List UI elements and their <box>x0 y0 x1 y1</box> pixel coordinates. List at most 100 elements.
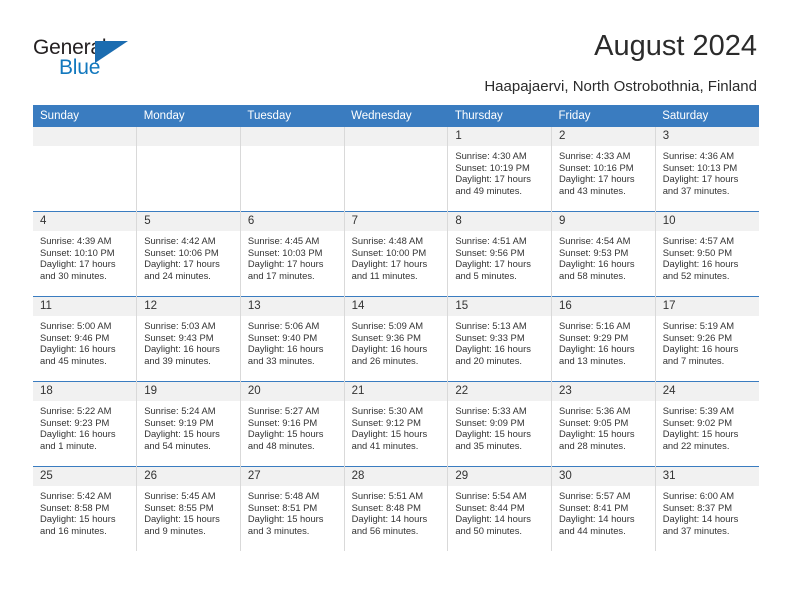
sunrise-time: Sunrise: 5:22 AM <box>40 405 112 416</box>
day-details: Sunrise: 5:51 AM Sunset: 8:48 PM Daylight:… <box>345 486 448 536</box>
day-number: 4 <box>33 212 137 231</box>
daylight-duration-line2: and 54 minutes. <box>144 439 211 451</box>
daylight-duration-line1: Daylight: 14 hours <box>559 513 635 525</box>
sunset-time: Sunset: 10:06 PM <box>144 246 219 258</box>
day-details: Sunrise: 4:36 AM Sunset: 10:13 PM Daylight… <box>656 146 759 196</box>
daylight-duration-line2: and 39 minutes. <box>144 354 211 366</box>
calendar-day-cell[interactable]: 11 Sunrise: 5:00 AM Sunset: 9:46 PM Dayligh… <box>33 296 138 382</box>
sunset-time: Sunset: 8:51 PM <box>247 501 318 513</box>
day-details: Sunrise: 4:30 AM Sunset: 10:19 PM Daylight… <box>448 146 551 196</box>
calendar-day-cell[interactable]: 13 Sunrise: 5:06 AM Sunset: 9:40 PM Dayligh… <box>240 296 345 382</box>
day-details: Sunrise: 4:48 AM Sunset: 10:00 PM Daylight… <box>345 231 448 281</box>
sunset-time: Sunset: 10:13 PM <box>662 161 738 173</box>
day-number: 27 <box>240 467 344 486</box>
day-details: Sunrise: 5:24 AM Sunset: 9:19 PM Daylight:… <box>137 401 240 451</box>
brand-logo[interactable]: General Blue <box>33 36 153 82</box>
calendar-day-cell[interactable]: 20 Sunrise: 5:27 AM Sunset: 9:16 PM Dayligh… <box>240 381 345 467</box>
daylight-duration-line2: and 13 minutes. <box>559 354 626 366</box>
calendar-day-cell[interactable]: 29 Sunrise: 5:54 AM Sunset: 8:44 PM Dayligh… <box>447 466 553 551</box>
calendar-day-cell[interactable]: 21 Sunrise: 5:30 AM Sunset: 9:12 PM Dayligh… <box>344 381 449 467</box>
calendar-day-cell[interactable]: 16 Sunrise: 5:16 AM Sunset: 9:29 PM Dayligh… <box>551 296 656 382</box>
daylight-duration-line2: and 45 minutes. <box>40 354 107 366</box>
sunset-time: Sunset: 9:19 PM <box>144 416 214 428</box>
sunrise-time: Sunrise: 5:39 AM <box>662 405 735 416</box>
day-number: 18 <box>33 382 137 401</box>
daylight-duration-line2: and 56 minutes. <box>351 524 419 536</box>
day-number: 29 <box>448 467 552 486</box>
sunset-time: Sunset: 8:41 PM <box>559 501 629 513</box>
calendar-day-cell[interactable]: 27 Sunrise: 5:48 AM Sunset: 8:51 PM Dayligh… <box>240 466 345 551</box>
sunset-time: Sunset: 9:46 PM <box>40 331 110 343</box>
daylight-duration-line2: and 30 minutes. <box>40 269 107 281</box>
daylight-duration-line1: Daylight: 15 hours <box>662 428 739 440</box>
calendar-day-cell[interactable]: 12 Sunrise: 5:03 AM Sunset: 9:43 PM Dayligh… <box>136 296 241 382</box>
day-details: Sunrise: 5:42 AM Sunset: 8:58 PM Daylight:… <box>33 486 136 536</box>
sunrise-time: Sunrise: 5:13 AM <box>455 320 527 331</box>
daylight-duration-line2: and 35 minutes. <box>455 439 523 451</box>
day-details: Sunrise: 5:06 AM Sunset: 9:40 PM Daylight:… <box>241 316 344 366</box>
calendar-day-cell[interactable]: 18 Sunrise: 5:22 AM Sunset: 9:23 PM Dayligh… <box>33 381 138 467</box>
calendar-day-cell[interactable]: 7 Sunrise: 4:48 AM Sunset: 10:00 PM Dayligh… <box>344 211 449 297</box>
daylight-duration-line2: and 16 minutes. <box>40 524 107 536</box>
day-number: 22 <box>448 382 552 401</box>
sunrise-time: Sunrise: 5:45 AM <box>144 490 216 501</box>
calendar-day-cell[interactable]: 10 Sunrise: 4:57 AM Sunset: 9:50 PM Dayligh… <box>655 211 759 297</box>
sunset-time: Sunset: 8:48 PM <box>351 501 421 513</box>
calendar-day-cell[interactable]: 28 Sunrise: 5:51 AM Sunset: 8:48 PM Dayligh… <box>344 466 449 551</box>
sunset-time: Sunset: 8:55 PM <box>144 501 214 513</box>
calendar-day-cell-empty <box>33 127 138 212</box>
day-details: Sunrise: 6:00 AM Sunset: 8:37 PM Daylight:… <box>656 486 759 536</box>
calendar-day-cell[interactable]: 5 Sunrise: 4:42 AM Sunset: 10:06 PM Dayligh… <box>136 211 241 297</box>
calendar-day-cell[interactable]: 22 Sunrise: 5:33 AM Sunset: 9:09 PM Dayligh… <box>447 381 553 467</box>
calendar-day-cell[interactable]: 23 Sunrise: 5:36 AM Sunset: 9:05 PM Dayligh… <box>551 381 656 467</box>
calendar-day-cell[interactable]: 24 Sunrise: 5:39 AM Sunset: 9:02 PM Dayligh… <box>655 381 759 467</box>
day-details: Sunrise: 5:54 AM Sunset: 8:44 PM Daylight:… <box>448 486 551 536</box>
calendar-day-cell[interactable]: 31 Sunrise: 6:00 AM Sunset: 8:37 PM Dayligh… <box>655 466 759 551</box>
daylight-duration-line2: and 20 minutes. <box>455 354 523 366</box>
sunrise-time: Sunrise: 5:54 AM <box>455 490 527 501</box>
sunset-time: Sunset: 8:37 PM <box>662 501 733 513</box>
calendar-day-cell[interactable]: 1 Sunrise: 4:30 AM Sunset: 10:19 PM Dayligh… <box>447 127 553 212</box>
calendar-day-cell[interactable]: 2 Sunrise: 4:33 AM Sunset: 10:16 PM Dayligh… <box>551 127 656 212</box>
day-number: 21 <box>344 382 448 401</box>
daylight-duration-line1: Daylight: 14 hours <box>662 513 739 525</box>
calendar-day-cell[interactable]: 19 Sunrise: 5:24 AM Sunset: 9:19 PM Dayligh… <box>136 381 241 467</box>
daylight-duration-line2: and 17 minutes. <box>247 269 315 281</box>
calendar-day-cell[interactable]: 30 Sunrise: 5:57 AM Sunset: 8:41 PM Dayligh… <box>551 466 656 551</box>
day-details: Sunrise: 4:42 AM Sunset: 10:06 PM Daylight… <box>137 231 240 281</box>
day-details: Sunrise: 5:45 AM Sunset: 8:55 PM Daylight:… <box>137 486 240 536</box>
sunset-time: Sunset: 10:03 PM <box>247 246 323 258</box>
day-number: 10 <box>655 212 759 231</box>
sunrise-time: Sunrise: 4:42 AM <box>144 235 216 246</box>
daylight-duration-line1: Daylight: 16 hours <box>559 343 635 355</box>
calendar-day-cell[interactable]: 6 Sunrise: 4:45 AM Sunset: 10:03 PM Dayligh… <box>240 211 345 297</box>
sunrise-time: Sunrise: 5:06 AM <box>247 320 320 331</box>
calendar-day-cell[interactable]: 9 Sunrise: 4:54 AM Sunset: 9:53 PM Daylight… <box>551 211 656 297</box>
sunrise-time: Sunrise: 5:57 AM <box>559 490 631 501</box>
calendar-day-cell[interactable]: 3 Sunrise: 4:36 AM Sunset: 10:13 PM Dayligh… <box>655 127 759 212</box>
calendar-day-cell[interactable]: 17 Sunrise: 5:19 AM Sunset: 9:26 PM Dayligh… <box>655 296 759 382</box>
daylight-duration-line2: and 11 minutes. <box>351 269 418 281</box>
daylight-duration-line2: and 5 minutes. <box>455 269 517 281</box>
day-details: Sunrise: 5:03 AM Sunset: 9:43 PM Daylight:… <box>137 316 240 366</box>
calendar-day-cell[interactable]: 25 Sunrise: 5:42 AM Sunset: 8:58 PM Dayligh… <box>33 466 138 551</box>
sunset-time: Sunset: 9:05 PM <box>559 416 629 428</box>
calendar-day-cell[interactable]: 8 Sunrise: 4:51 AM Sunset: 9:56 PM Daylight… <box>447 211 553 297</box>
calendar-body: 1 Sunrise: 4:30 AM Sunset: 10:19 PM Dayligh… <box>33 127 759 551</box>
daylight-duration-line1: Daylight: 16 hours <box>144 343 220 355</box>
day-number: 2 <box>552 127 655 146</box>
daylight-duration-line2: and 1 minute. <box>40 439 97 451</box>
sunset-time: Sunset: 9:23 PM <box>40 416 110 428</box>
day-number <box>344 127 448 146</box>
calendar-day-cell[interactable]: 15 Sunrise: 5:13 AM Sunset: 9:33 PM Dayligh… <box>447 296 553 382</box>
daylight-duration-line2: and 24 minutes. <box>144 269 211 281</box>
calendar-day-cell[interactable]: 26 Sunrise: 5:45 AM Sunset: 8:55 PM Dayligh… <box>136 466 241 551</box>
day-details: Sunrise: 4:54 AM Sunset: 9:53 PM Daylight:… <box>552 231 655 281</box>
daylight-duration-line1: Daylight: 17 hours <box>455 173 531 185</box>
day-number: 13 <box>240 297 344 316</box>
calendar-day-cell[interactable]: 14 Sunrise: 5:09 AM Sunset: 9:36 PM Dayligh… <box>344 296 449 382</box>
daylight-duration-line2: and 48 minutes. <box>247 439 315 451</box>
day-number: 28 <box>344 467 448 486</box>
day-details: Sunrise: 5:30 AM Sunset: 9:12 PM Daylight:… <box>345 401 448 451</box>
calendar-day-cell[interactable]: 4 Sunrise: 4:39 AM Sunset: 10:10 PM Dayligh… <box>33 211 138 297</box>
